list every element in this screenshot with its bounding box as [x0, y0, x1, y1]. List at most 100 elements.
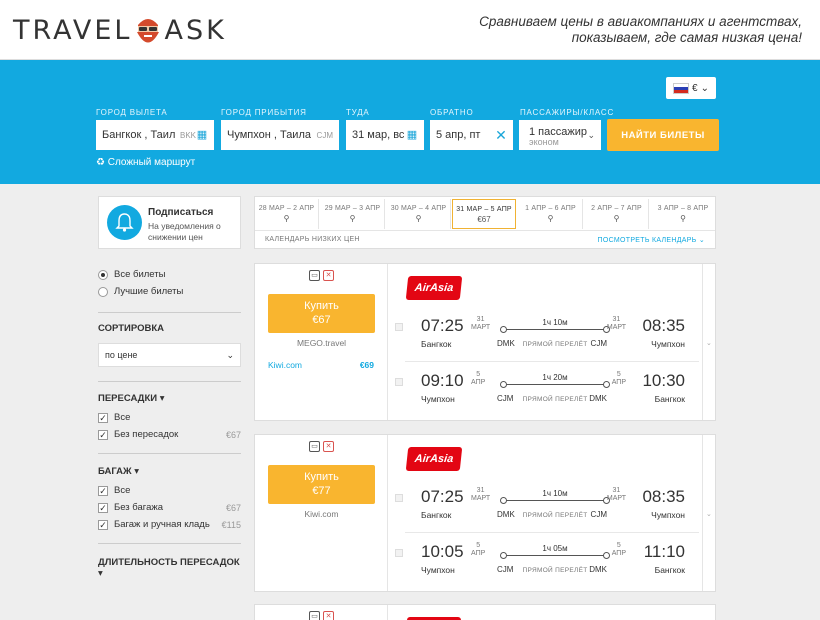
- expand-details-toggle[interactable]: ⌄: [702, 264, 715, 420]
- depart-value: 31 мар, вс: [352, 129, 405, 141]
- agent-name[interactable]: MEGO.travel: [255, 338, 388, 348]
- segment-checkbox[interactable]: [395, 378, 403, 386]
- transfers-none-checkbox[interactable]: ✓ Без пересадок €67: [98, 426, 241, 443]
- radio-all-tickets[interactable]: Все билеты: [98, 266, 241, 283]
- from-input[interactable]: Бангкок , Таил BKK ▦: [96, 120, 214, 150]
- buy-button[interactable]: Купить €77: [268, 465, 375, 504]
- radio-button[interactable]: [98, 269, 108, 280]
- arrival-code: DMK: [589, 394, 607, 403]
- magnifier-icon: ⚲: [680, 214, 686, 223]
- departure-time: 07:25: [421, 487, 464, 506]
- segment-divider: [405, 532, 699, 533]
- calendar-cell-active[interactable]: 31 МАР – 5 АПР €67: [452, 199, 516, 229]
- subscribe-text: На уведомления о снижении цен: [148, 221, 221, 242]
- filters-sidebar: Все билеты Лучшие билеты СОРТИРОВКА по ц…: [98, 262, 241, 579]
- to-input[interactable]: Чумпхон , Таила CJM: [221, 120, 339, 150]
- buy-button[interactable]: Купить €67: [268, 294, 375, 333]
- complex-route-label: Сложный маршрут: [107, 157, 196, 168]
- result-card[interactable]: ▭ ✕ Купить €67 MEGO.travel Kiwi.com €69 …: [254, 263, 716, 421]
- agent-name[interactable]: Kiwi.com: [255, 509, 388, 519]
- view-calendar-link[interactable]: ПОСМОТРЕТЬ КАЛЕНДАРЬ ⌄: [598, 236, 705, 244]
- calendar-cell[interactable]: 30 МАР – 4 АПР ⚲: [387, 199, 451, 229]
- baggage-icons: ▭ ✕: [309, 611, 334, 620]
- chevron-down-icon: ⌄: [226, 349, 234, 360]
- passengers-class-select[interactable]: 1 пассажир эконом ⌄: [519, 120, 601, 150]
- result-card[interactable]: ▭ ✕ Купить €77 Kiwi.com AirAsia 07:25 31…: [254, 434, 716, 592]
- check-icon[interactable]: ✓: [98, 502, 108, 513]
- transfers-title[interactable]: ПЕРЕСАДКИ ▾: [98, 393, 241, 404]
- departure-time: 09:10: [421, 371, 464, 390]
- check-icon[interactable]: ✓: [98, 485, 108, 496]
- arrival-date: 31 МАРТ: [607, 316, 626, 332]
- expand-details-toggle[interactable]: ⌄: [702, 435, 715, 591]
- departure-code: DMK: [497, 510, 515, 519]
- calendar-cell[interactable]: 2 АПР – 7 АПР ⚲: [585, 199, 649, 229]
- segment-checkbox[interactable]: [395, 323, 403, 331]
- calendar-cell[interactable]: 1 АПР – 6 АПР ⚲: [519, 199, 583, 229]
- calendar-cell[interactable]: 28 МАР – 2 АПР ⚲: [255, 199, 319, 229]
- departure-code: CJM: [497, 394, 514, 403]
- sort-select[interactable]: по цене ⌄: [98, 343, 241, 367]
- transfers-all-checkbox[interactable]: ✓ Все: [98, 409, 241, 426]
- return-value: 5 апр, пт: [436, 129, 481, 141]
- magnifier-icon: ⚲: [547, 214, 554, 223]
- check-icon[interactable]: ✓: [98, 519, 108, 530]
- calendar-footer-label: КАЛЕНДАРЬ НИЗКИХ ЦЕН: [265, 236, 360, 243]
- baggage-all-checkbox[interactable]: ✓ Все: [98, 482, 241, 499]
- duration-title[interactable]: ДЛИТЕЛЬНОСТЬ ПЕРЕСАДОК ▾: [98, 557, 241, 579]
- return-segment: 10:05 5 АПР 1ч 05м ПРЯМОЙ ПЕРЕЛЁТ 5 АПР 11…: [393, 538, 699, 582]
- divider: [98, 543, 241, 544]
- buy-label: Купить: [304, 300, 339, 312]
- calendar-cell[interactable]: 3 АПР – 8 АПР ⚲: [651, 199, 715, 229]
- no-baggage-icon: ✕: [323, 441, 334, 452]
- passengers-label: ПАССАЖИРЫ/КЛАСС: [520, 108, 615, 117]
- flight-duration: 1ч 10м: [542, 489, 568, 498]
- subscribe-box[interactable]: Подписаться На уведомления о снижении це…: [98, 196, 241, 249]
- departure-city: Чумпхон: [421, 394, 455, 404]
- chevron-down-icon: ⌄: [706, 510, 712, 518]
- clear-icon[interactable]: ✕: [495, 128, 507, 142]
- ticket-price: €67: [312, 314, 331, 326]
- calendar-icon[interactable]: ▦: [406, 129, 418, 141]
- result-card-partial[interactable]: ▭ ✕: [254, 604, 716, 620]
- buy-label: Купить: [304, 471, 339, 483]
- radio-best-tickets[interactable]: Лучшие билеты: [98, 283, 241, 300]
- complex-route-link[interactable]: ♻ Сложный маршрут: [96, 157, 195, 168]
- depart-date-input[interactable]: 31 мар, вс ▦: [346, 120, 424, 150]
- arrival-city: Чумпхон: [651, 510, 685, 520]
- alt-agent-link[interactable]: Kiwi.com: [268, 360, 302, 370]
- chevron-down-icon: ⌄: [698, 237, 705, 244]
- route-icon: ♻: [96, 157, 105, 168]
- divider: [98, 312, 241, 313]
- radio-button[interactable]: [98, 286, 108, 297]
- price-column: ▭ ✕ Купить €77 Kiwi.com: [255, 435, 388, 591]
- baggage-hand-checkbox[interactable]: ✓ Багаж и ручная кладь €115: [98, 516, 241, 533]
- calendar-dates: 29 МАР – 3 АПР: [324, 205, 381, 212]
- tagline-line-1: Сравниваем цены в авиакомпаниях и агентс…: [479, 14, 802, 29]
- view-calendar-label: ПОСМОТРЕТЬ КАЛЕНДАРЬ: [597, 237, 697, 244]
- calendar-dates: 30 МАР – 4 АПР: [390, 205, 447, 212]
- calendar-cell[interactable]: 29 МАР – 3 АПР ⚲: [321, 199, 385, 229]
- departure-code: CJM: [497, 565, 514, 574]
- check-icon[interactable]: ✓: [98, 412, 108, 423]
- check-icon[interactable]: ✓: [98, 429, 108, 440]
- logo[interactable]: TRAVEL ASK: [13, 14, 227, 46]
- departure-day: 31: [476, 316, 485, 323]
- segment-checkbox[interactable]: [395, 549, 403, 557]
- chevron-down-icon: ⌄: [700, 82, 709, 94]
- checkbox-label: Все: [114, 412, 131, 423]
- to-label: ГОРОД ПРИБЫТИЯ: [221, 108, 307, 117]
- language-currency-selector[interactable]: € ⌄: [666, 77, 716, 99]
- alt-agent-price[interactable]: €69: [360, 360, 374, 370]
- arrival-time: 08:35: [642, 316, 685, 335]
- segment-checkbox[interactable]: [395, 494, 403, 502]
- departure-month: МАРТ: [471, 495, 491, 502]
- baggage-title[interactable]: БАГАЖ ▾: [98, 466, 241, 477]
- departure-day: 31: [476, 487, 485, 494]
- checkbox-label: Без багажа: [114, 502, 163, 513]
- baggage-none-checkbox[interactable]: ✓ Без багажа €67: [98, 499, 241, 516]
- transfers-title-label: ПЕРЕСАДКИ: [98, 393, 158, 404]
- find-tickets-button[interactable]: НАЙТИ БИЛЕТЫ: [607, 119, 719, 151]
- return-date-input[interactable]: 5 апр, пт ✕: [430, 120, 513, 150]
- baggage-icons: ▭ ✕: [309, 441, 334, 452]
